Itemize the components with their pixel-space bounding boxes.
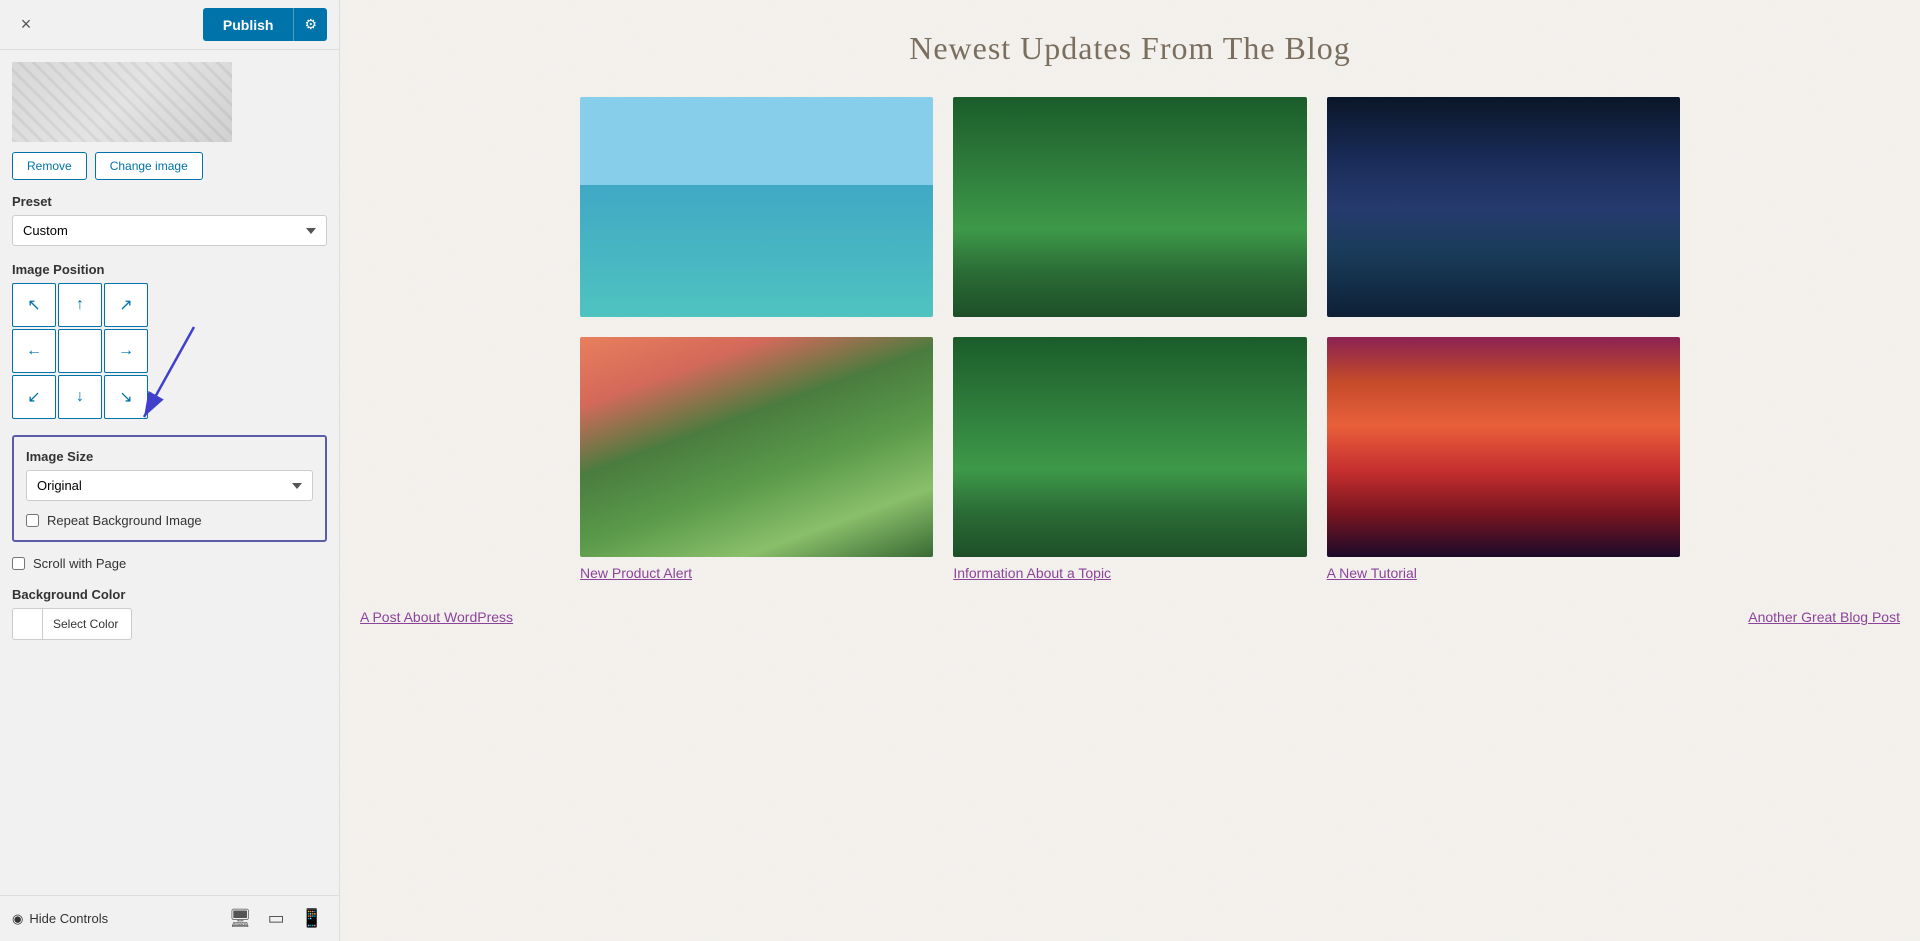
color-swatch (13, 609, 43, 639)
select-color-label: Select Color (43, 617, 128, 631)
scroll-checkbox[interactable] (12, 557, 25, 570)
pos-bottom-left[interactable]: ↙ (12, 375, 56, 419)
close-button[interactable]: × (12, 11, 40, 39)
eye-icon: ◉ (12, 911, 23, 927)
blog-image-1 (580, 97, 933, 317)
bottom-link-2[interactable]: Another Great Blog Post (1748, 609, 1900, 625)
pos-middle-left[interactable]: ← (12, 329, 56, 373)
blog-item-5: Information About a Topic (953, 337, 1306, 581)
image-size-select[interactable]: Original Cover Contain Auto (26, 470, 313, 501)
device-buttons: 🖥 ▭ 📱 (225, 904, 327, 933)
preset-select[interactable]: Custom Default Fill Fit Repeat (12, 215, 327, 246)
repeat-bg-checkbox[interactable] (26, 514, 39, 527)
left-panel: × Publish ⚙ Remove Change image Preset C… (0, 0, 340, 941)
change-image-button[interactable]: Change image (95, 152, 203, 180)
blog-image-5 (953, 337, 1306, 557)
settings-button[interactable]: ⚙ (293, 8, 327, 41)
top-bar: × Publish ⚙ (0, 0, 339, 50)
highlighted-section: Image Size Original Cover Contain Auto R… (12, 435, 327, 542)
blog-image-2 (953, 97, 1306, 317)
image-preview (12, 62, 232, 142)
bg-color-section: Background Color Select Color (12, 587, 327, 640)
blog-section: Newest Updates From The Blog New Product… (340, 0, 1920, 941)
remove-button[interactable]: Remove (12, 152, 87, 180)
blog-image-3 (1327, 97, 1680, 317)
scroll-label: Scroll with Page (33, 556, 126, 571)
blog-item-3 (1327, 97, 1680, 317)
scroll-row: Scroll with Page (12, 556, 327, 571)
image-thumbnail (12, 62, 232, 142)
pos-bottom-center[interactable]: ↓ (58, 375, 102, 419)
gear-icon: ⚙ (304, 16, 317, 33)
image-size-section: Image Size Original Cover Contain Auto (26, 449, 313, 501)
blog-item-6: A New Tutorial (1327, 337, 1680, 581)
publish-button[interactable]: Publish (203, 8, 294, 41)
image-size-label: Image Size (26, 449, 313, 464)
blog-link-6[interactable]: A New Tutorial (1327, 565, 1680, 581)
main-content: Newest Updates From The Blog New Product… (340, 0, 1920, 941)
repeat-bg-label: Repeat Background Image (47, 513, 202, 528)
image-action-buttons: Remove Change image (12, 152, 327, 180)
repeat-bg-row: Repeat Background Image (26, 513, 313, 528)
image-position-label: Image Position (12, 262, 327, 277)
bottom-link-1[interactable]: A Post About WordPress (360, 609, 513, 625)
panel-content: Remove Change image Preset Custom Defaul… (0, 50, 339, 895)
blog-item-4: New Product Alert (580, 337, 933, 581)
blog-image-6 (1327, 337, 1680, 557)
blog-link-4[interactable]: New Product Alert (580, 565, 933, 581)
tablet-button[interactable]: ▭ (264, 904, 289, 933)
pos-center[interactable]: ● (58, 329, 102, 373)
image-position-section: Image Position ↖ ↑ ↗ ← ● → ↙ ↓ ↘ (12, 262, 327, 419)
position-grid: ↖ ↑ ↗ ← ● → ↙ ↓ ↘ (12, 283, 327, 419)
pos-bottom-right[interactable]: ↘ (104, 375, 148, 419)
bg-color-label: Background Color (12, 587, 327, 602)
mobile-button[interactable]: 📱 (297, 904, 327, 933)
desktop-button[interactable]: 🖥 (225, 904, 256, 933)
preset-section: Preset Custom Default Fill Fit Repeat (12, 194, 327, 246)
bottom-bar: ◉ Hide Controls 🖥 ▭ 📱 (0, 895, 339, 941)
bottom-links: A Post About WordPress Another Great Blo… (360, 601, 1900, 635)
blog-item-1 (580, 97, 933, 317)
pos-top-right[interactable]: ↗ (104, 283, 148, 327)
select-color-button[interactable]: Select Color (12, 608, 132, 640)
blog-title: Newest Updates From The Blog (360, 30, 1900, 67)
blog-image-4 (580, 337, 933, 557)
blog-item-2 (953, 97, 1306, 317)
hide-controls-button[interactable]: ◉ Hide Controls (12, 911, 108, 927)
scroll-section: Scroll with Page (12, 556, 327, 571)
pos-top-left[interactable]: ↖ (12, 283, 56, 327)
pos-middle-right[interactable]: → (104, 329, 148, 373)
publish-group: Publish ⚙ (203, 8, 327, 41)
preset-label: Preset (12, 194, 327, 209)
pos-top-center[interactable]: ↑ (58, 283, 102, 327)
blog-link-5[interactable]: Information About a Topic (953, 565, 1306, 581)
hide-controls-label: Hide Controls (29, 911, 108, 926)
blog-grid: New Product Alert Information About a To… (580, 97, 1680, 581)
